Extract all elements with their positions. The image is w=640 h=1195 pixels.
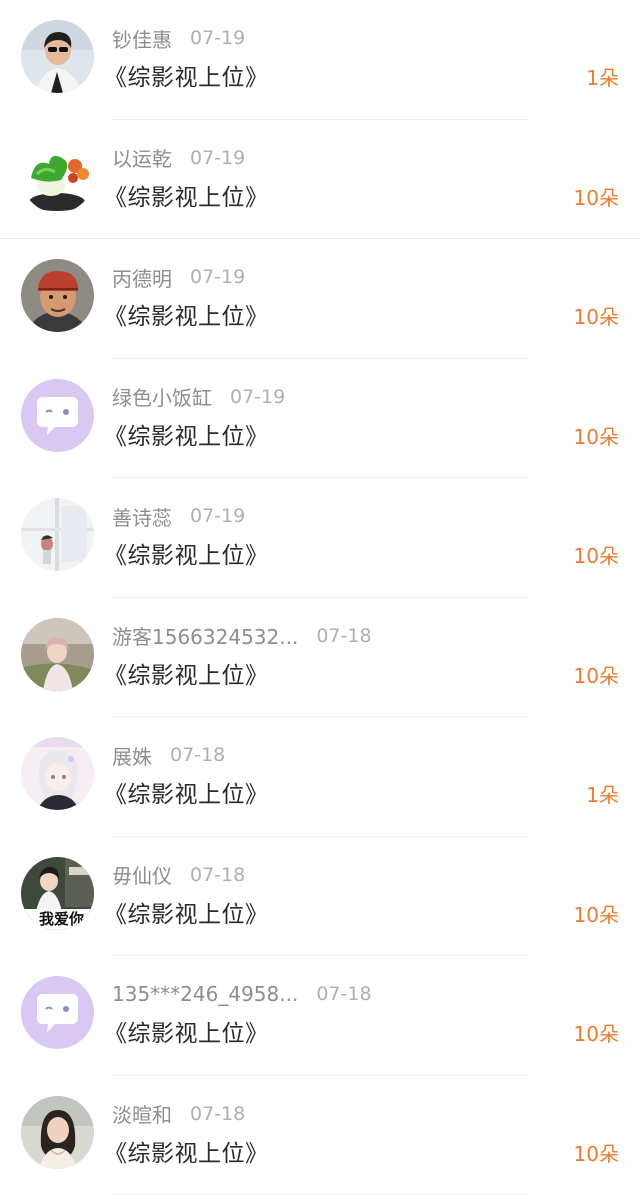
book-title: 《综影视上位》 [104, 1134, 269, 1168]
avatar-caption: 我爱你 [39, 908, 84, 929]
item-meta: 善诗蕊 07-19 [112, 502, 245, 530]
flower-count: 10朵 [574, 540, 619, 569]
list-item[interactable]: 淡暄和 07-18 《综影视上位》 10朵 [0, 1076, 640, 1195]
user-name: 以运乾 [112, 143, 172, 172]
avatar[interactable] [21, 379, 94, 452]
cabbage-avatar [21, 140, 94, 213]
book-title: 《综影视上位》 [104, 775, 269, 809]
user-name: 淡暄和 [112, 1099, 172, 1128]
user-name: 绿色小饭缸 [112, 382, 212, 411]
list-item[interactable]: 绿色小饭缸 07-19 《综影视上位》 10朵 [0, 359, 640, 479]
user-name: 丙德明 [112, 263, 172, 292]
list-item[interactable]: 钞佳惠 07-19 《综影视上位》 1朵 [0, 0, 640, 120]
flower-count: 10朵 [574, 301, 619, 330]
item-meta: 游客1566324532... 07-18 [112, 622, 372, 650]
item-meta: 丙德明 07-19 [112, 263, 245, 291]
list-item[interactable]: 丙德明 07-19 《综影视上位》 10朵 [0, 239, 640, 359]
gift-list: 钞佳惠 07-19 《综影视上位》 1朵 以运乾 07-19 《综影视上位》 1 [0, 0, 640, 1195]
woman-portrait-avatar [21, 1096, 94, 1169]
avatar[interactable] [21, 1096, 94, 1169]
list-item[interactable]: 展姝 07-18 《综影视上位》 1朵 [0, 717, 640, 837]
avatar[interactable] [21, 20, 94, 93]
default-chat-avatar [21, 379, 94, 452]
user-name: 游客1566324532... [112, 621, 298, 650]
user-name: 展姝 [112, 741, 152, 770]
man-sunglasses-avatar [21, 20, 94, 93]
flower-count: 10朵 [574, 421, 619, 450]
item-meta: 毋仙仪 07-18 [112, 861, 245, 889]
item-meta: 以运乾 07-19 [112, 144, 245, 172]
avatar[interactable] [21, 259, 94, 332]
item-meta: 135***246_4958... 07-18 [112, 980, 372, 1008]
book-title: 《综影视上位》 [104, 536, 269, 570]
flower-count: 10朵 [574, 1138, 619, 1167]
window-photo-avatar [21, 498, 94, 571]
list-item[interactable]: 以运乾 07-19 《综影视上位》 10朵 [0, 120, 640, 240]
flower-count: 10朵 [574, 899, 619, 928]
avatar[interactable] [21, 498, 94, 571]
gift-date: 07-19 [190, 505, 245, 527]
gift-date: 07-19 [190, 266, 245, 288]
book-title: 《综影视上位》 [104, 178, 269, 212]
flower-count: 10朵 [574, 182, 619, 211]
gift-date: 07-18 [190, 1103, 245, 1125]
user-name: 135***246_4958... [112, 982, 298, 1006]
list-item[interactable]: 我爱你 毋仙仪 07-18 《综影视上位》 10朵 [0, 837, 640, 957]
avatar[interactable] [21, 976, 94, 1049]
book-title: 《综影视上位》 [104, 1014, 269, 1048]
book-title: 《综影视上位》 [104, 656, 269, 690]
avatar[interactable] [21, 618, 94, 691]
avatar[interactable] [21, 140, 94, 213]
anime-girl-avatar [21, 737, 94, 810]
user-name: 毋仙仪 [112, 860, 172, 889]
item-meta: 淡暄和 07-18 [112, 1100, 245, 1128]
gift-date: 07-19 [190, 27, 245, 49]
gift-date: 07-19 [190, 147, 245, 169]
gift-date: 07-18 [190, 864, 245, 886]
flower-count: 10朵 [574, 660, 619, 689]
item-meta: 绿色小饭缸 07-19 [112, 383, 285, 411]
user-name: 钞佳惠 [112, 24, 172, 53]
gift-date: 07-18 [316, 983, 371, 1005]
flower-count: 1朵 [586, 62, 619, 91]
avatar[interactable] [21, 737, 94, 810]
flower-count: 10朵 [574, 1018, 619, 1047]
book-title: 《综影视上位》 [104, 58, 269, 92]
list-item[interactable]: 善诗蕊 07-19 《综影视上位》 10朵 [0, 478, 640, 598]
book-title: 《综影视上位》 [104, 417, 269, 451]
list-item[interactable]: 游客1566324532... 07-18 《综影视上位》 10朵 [0, 598, 640, 718]
item-meta: 展姝 07-18 [112, 741, 225, 769]
book-title: 《综影视上位》 [104, 895, 269, 929]
default-chat-avatar [21, 976, 94, 1049]
gift-date: 07-19 [230, 386, 285, 408]
list-item[interactable]: 135***246_4958... 07-18 《综影视上位》 10朵 [0, 956, 640, 1076]
user-name: 善诗蕊 [112, 502, 172, 531]
gift-date: 07-18 [170, 744, 225, 766]
book-title: 《综影视上位》 [104, 297, 269, 331]
girl-field-avatar [21, 618, 94, 691]
gift-date: 07-18 [316, 625, 371, 647]
flower-count: 1朵 [586, 779, 619, 808]
avatar[interactable]: 我爱你 [21, 857, 94, 930]
item-meta: 钞佳惠 07-19 [112, 24, 245, 52]
man-bandana-avatar [21, 259, 94, 332]
